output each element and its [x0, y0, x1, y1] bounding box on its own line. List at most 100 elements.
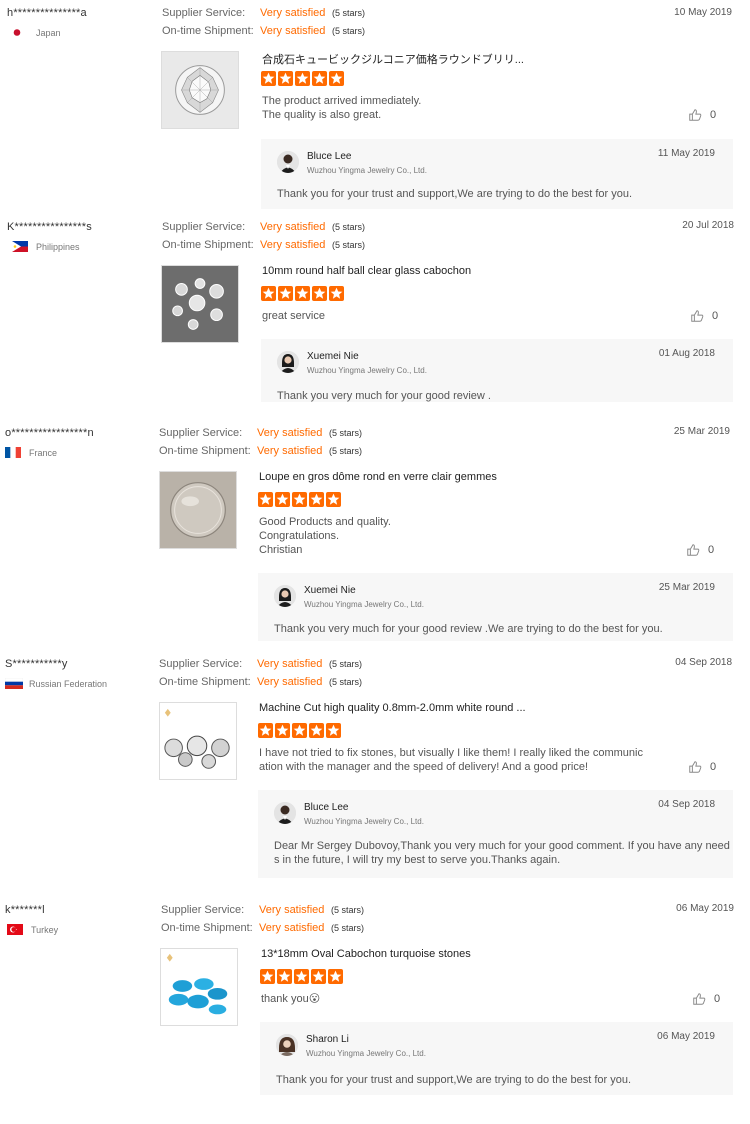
reply-date: 11 May 2019	[657, 148, 715, 159]
shipment-row: On-time Shipment: Very satisfied (5 star…	[159, 676, 362, 688]
shipment-value: Very satisfied	[260, 239, 326, 251]
thumbs-up-icon	[687, 544, 700, 556]
reply-company: Wuzhou Yingma Jewelry Co., Ltd.	[307, 366, 427, 375]
reply-text: Thank you for your trust and support,We …	[277, 188, 633, 200]
supplier-service-value: Very satisfied	[259, 904, 325, 916]
shipment-row: On-time Shipment: Very satisfied (5 star…	[162, 239, 365, 251]
product-title[interactable]: 13*18mm Oval Cabochon turquoise stones	[261, 948, 471, 960]
star-icon	[312, 286, 327, 301]
reply-text: Thank you very much for your good review…	[274, 623, 663, 635]
country-name: Philippines	[36, 241, 80, 252]
like-button[interactable]: 0	[686, 543, 714, 557]
star-icon	[261, 71, 276, 86]
supplier-service-value: Very satisfied	[260, 221, 326, 233]
reply-company: Wuzhou Yingma Jewelry Co., Ltd.	[307, 166, 427, 175]
supplier-service-stars: (5 stars)	[332, 8, 366, 18]
country-name: Turkey	[31, 924, 59, 935]
star-icon	[294, 969, 309, 984]
star-icon	[278, 71, 293, 86]
star-icon	[295, 71, 310, 86]
star-icon	[312, 71, 327, 86]
review-text: thank you😮	[261, 993, 321, 1005]
shipment-label: On-time Shipment:	[162, 239, 254, 251]
supplier-service-stars: (5 stars)	[329, 659, 363, 669]
star-icon	[329, 71, 344, 86]
like-count: 0	[714, 993, 721, 1005]
shipment-stars: (5 stars)	[332, 26, 366, 36]
japan-flag-icon	[12, 27, 28, 38]
review-card: h***************a Japan Supplier Service…	[0, 0, 750, 214]
like-count: 0	[710, 109, 717, 121]
product-title[interactable]: Loupe en gros dôme rond en verre clair g…	[259, 471, 497, 483]
review-text: Good Products and quality. Congratulatio…	[259, 516, 391, 556]
supplier-reply: Bluce Lee Wuzhou Yingma Jewelry Co., Ltd…	[261, 139, 733, 209]
star-icon	[258, 492, 273, 507]
like-count: 0	[710, 761, 717, 773]
country-name: Russian Federation	[29, 678, 108, 689]
supplier-service-stars: (5 stars)	[332, 222, 366, 232]
shipment-label: On-time Shipment:	[162, 25, 254, 37]
shipment-value: Very satisfied	[259, 922, 325, 934]
shipment-stars: (5 stars)	[329, 677, 363, 687]
supplier-service-row: Supplier Service: Very satisfied (5 star…	[162, 221, 365, 233]
star-icon	[311, 969, 326, 984]
cut-stones-image[interactable]	[159, 702, 237, 780]
shipment-row: On-time Shipment: Very satisfied (5 star…	[159, 445, 362, 457]
turquoise-stones-image[interactable]	[160, 948, 238, 1026]
glass-dome-image[interactable]	[159, 471, 237, 549]
review-card: o*****************n France Supplier Serv…	[0, 420, 750, 650]
review-date: 25 Mar 2019	[673, 426, 730, 437]
supplier-service-label: Supplier Service:	[162, 7, 246, 19]
review-text: great service	[262, 310, 325, 322]
country-name: France	[29, 447, 58, 458]
shipment-row: On-time Shipment: Very satisfied (5 star…	[162, 25, 365, 37]
glass-cabochons-image[interactable]	[161, 265, 239, 343]
buyer-country: Turkey	[7, 924, 58, 935]
supplier-service-row: Supplier Service: Very satisfied (5 star…	[162, 7, 365, 19]
supplier-service-row: Supplier Service: Very satisfied (5 star…	[159, 658, 362, 670]
review-date: 10 May 2019	[674, 7, 732, 18]
buyer-name: h***************a	[7, 7, 87, 19]
product-title[interactable]: 10mm round half ball clear glass cabocho…	[262, 265, 471, 277]
like-button[interactable]: 0	[690, 309, 718, 323]
review-card: K****************s Philippines Supplier …	[0, 214, 750, 414]
reply-company: Wuzhou Yingma Jewelry Co., Ltd.	[304, 600, 424, 609]
star-icon	[328, 969, 343, 984]
thumbs-up-icon	[693, 993, 706, 1005]
supplier-service-stars: (5 stars)	[331, 905, 365, 915]
rating-stars	[261, 286, 344, 301]
star-icon	[275, 492, 290, 507]
round-diamond-image[interactable]	[161, 51, 239, 129]
product-title[interactable]: Machine Cut high quality 0.8mm-2.0mm whi…	[259, 702, 526, 714]
reply-text: Thank you very much for your good review…	[277, 390, 491, 402]
like-count: 0	[708, 544, 715, 556]
like-button[interactable]: 0	[688, 760, 716, 774]
avatar	[276, 1034, 298, 1056]
shipment-stars: (5 stars)	[331, 923, 365, 933]
avatar	[274, 585, 296, 607]
thumbs-up-icon	[689, 761, 702, 773]
country-name: Japan	[36, 27, 61, 38]
reply-author: Bluce Lee	[307, 151, 352, 162]
buyer-country: Japan	[12, 27, 61, 38]
star-icon	[275, 723, 290, 738]
star-icon	[326, 492, 341, 507]
supplier-service-label: Supplier Service:	[159, 427, 243, 439]
rating-stars	[258, 723, 341, 738]
review-text: I have not tried to fix stones, but visu…	[259, 747, 643, 773]
supplier-service-label: Supplier Service:	[162, 221, 246, 233]
like-button[interactable]: 0	[692, 992, 720, 1006]
review-text: The product arrived immediately. The qua…	[262, 95, 422, 121]
shipment-stars: (5 stars)	[332, 240, 366, 250]
reply-company: Wuzhou Yingma Jewelry Co., Ltd.	[304, 817, 424, 826]
buyer-name: o*****************n	[5, 427, 94, 439]
reply-company: Wuzhou Yingma Jewelry Co., Ltd.	[306, 1049, 426, 1058]
reply-date: 01 Aug 2018	[658, 348, 715, 359]
like-button[interactable]: 0	[688, 108, 716, 122]
supplier-service-stars: (5 stars)	[329, 428, 363, 438]
reply-author: Xuemei Nie	[307, 351, 359, 362]
philippines-flag-icon	[12, 241, 28, 252]
product-title[interactable]: 合成石キュービックジルコニア価格ラウンドブリリ...	[262, 51, 524, 67]
supplier-service-row: Supplier Service: Very satisfied (5 star…	[159, 427, 362, 439]
buyer-country: Russian Federation	[4, 677, 108, 689]
